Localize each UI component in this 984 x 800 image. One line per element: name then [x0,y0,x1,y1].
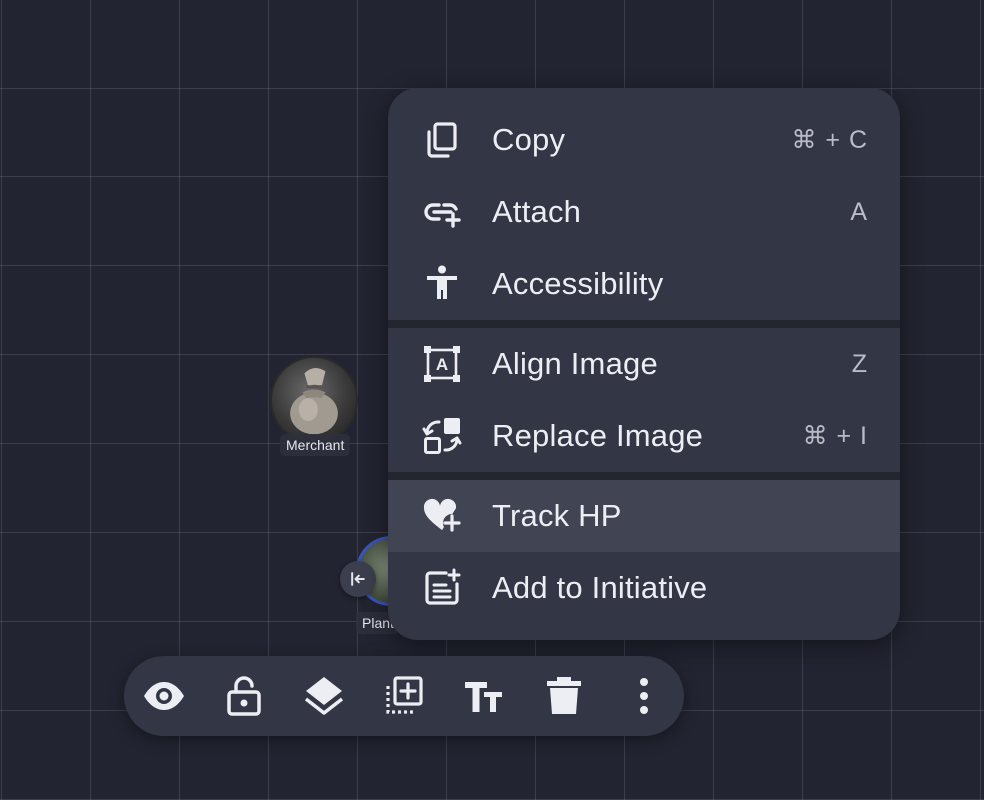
menu-divider [388,472,900,480]
heart-plus-icon [422,496,462,536]
replace-image-icon [422,416,462,456]
duplicate-icon[interactable] [382,674,426,718]
merchant-token-image [270,356,358,444]
merchant-token-label: Merchant [280,434,351,456]
menu-item-replace-image[interactable]: Replace Image ⌘ + I [388,400,900,472]
accessibility-icon [422,264,462,304]
context-menu: Copy ⌘ + C Attach A Accessibility A Alig… [388,88,900,640]
menu-divider [388,320,900,328]
copy-icon [422,120,462,160]
menu-item-attach[interactable]: Attach A [388,176,900,248]
menu-item-label: Copy [492,122,566,157]
menu-item-label: Add to Initiative [492,570,708,605]
layers-icon[interactable] [302,674,346,718]
menu-item-add-to-initiative[interactable]: Add to Initiative [388,552,900,624]
menu-item-track-hp[interactable]: Track HP [388,480,900,552]
svg-text:A: A [436,355,448,374]
unlock-icon[interactable] [222,674,266,718]
delete-trash-icon[interactable] [542,674,586,718]
align-image-icon: A [422,344,462,384]
menu-item-label: Align Image [492,346,658,381]
menu-item-label: Replace Image [492,418,704,453]
menu-item-label: Track HP [492,498,622,533]
arrow-left-to-line-icon [351,572,365,586]
visibility-eye-icon[interactable] [142,674,186,718]
menu-item-shortcut: A [850,198,868,226]
money-bag-icon [290,367,338,435]
menu-item-shortcut: Z [851,350,868,378]
text-size-icon[interactable] [462,674,506,718]
token-toolbar [124,656,684,736]
menu-item-align-image[interactable]: A Align Image Z [388,328,900,400]
attach-link-icon [422,192,462,232]
menu-item-label: Attach [492,194,582,229]
menu-item-shortcut: ⌘ + I [802,422,868,450]
more-vertical-icon[interactable] [622,674,666,718]
menu-item-label: Accessibility [492,266,664,301]
collapse-left-button[interactable] [340,561,376,597]
menu-item-accessibility[interactable]: Accessibility [388,248,900,320]
list-add-icon [422,568,462,608]
menu-item-copy[interactable]: Copy ⌘ + C [388,104,900,176]
menu-item-shortcut: ⌘ + C [791,126,868,154]
